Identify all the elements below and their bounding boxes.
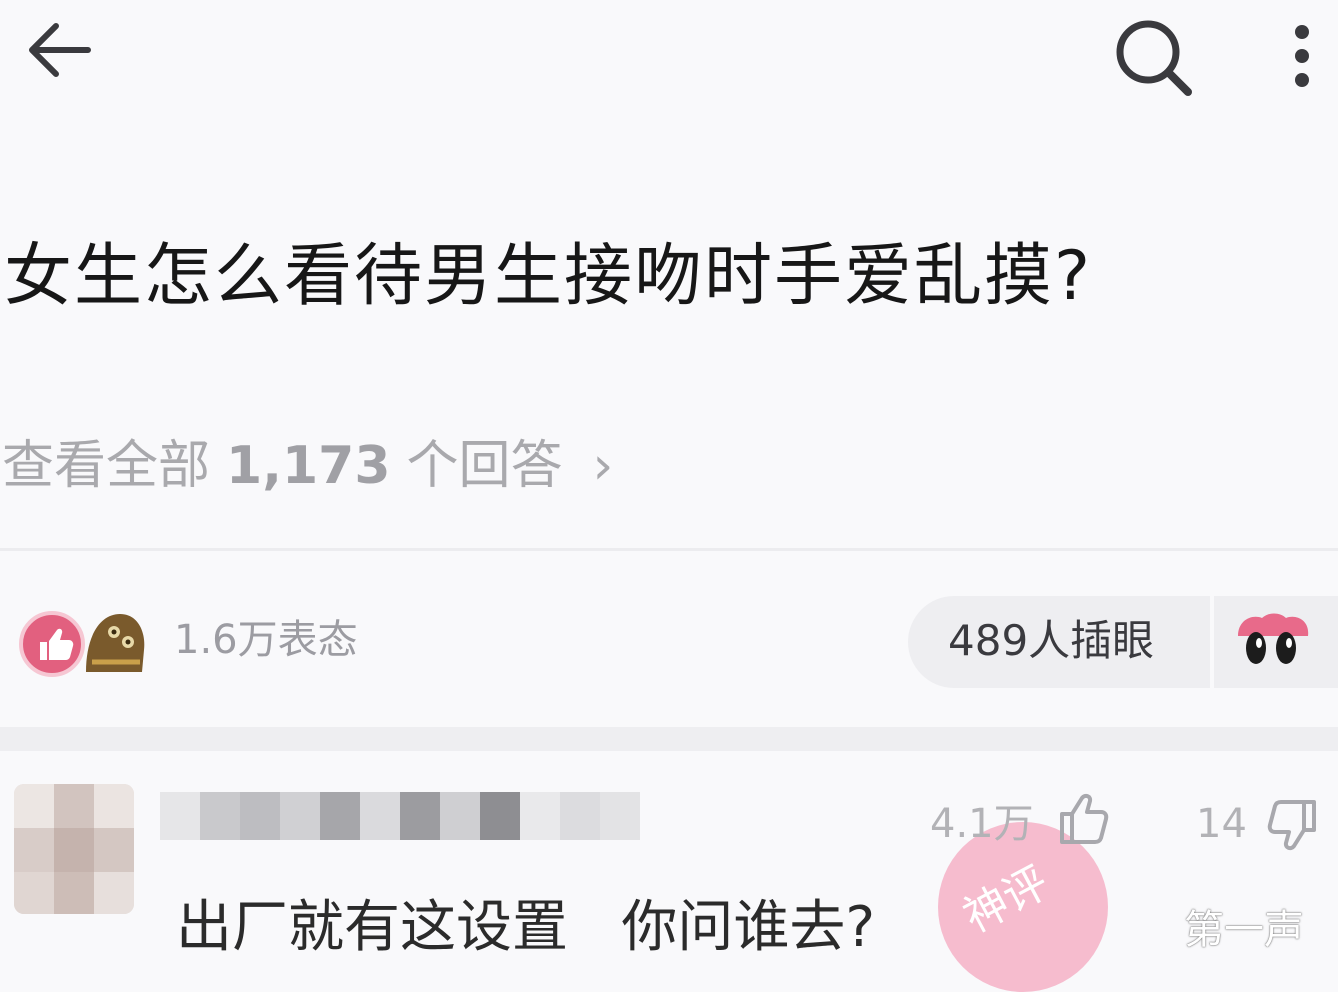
answers-count: 1,173 bbox=[226, 436, 391, 496]
dislike-icon[interactable] bbox=[1262, 796, 1320, 858]
avatar[interactable] bbox=[14, 784, 134, 914]
answers-suffix: 个回答 bbox=[406, 436, 563, 496]
reaction-count: 1.6万表态 bbox=[174, 617, 358, 663]
divider bbox=[0, 548, 1338, 551]
username-redacted[interactable] bbox=[160, 792, 640, 840]
dislike-count: 14 bbox=[1196, 801, 1247, 847]
answers-prefix: 查看全部 bbox=[2, 436, 211, 496]
chevron-right-icon: › bbox=[592, 436, 614, 496]
answer-text: 出厂就有这设置 你问谁去? bbox=[176, 895, 876, 960]
like-icon[interactable] bbox=[1056, 790, 1114, 852]
pill-separator bbox=[1210, 596, 1214, 688]
watermark: 第一声 bbox=[1184, 907, 1304, 953]
search-icon[interactable] bbox=[1112, 16, 1196, 104]
thumbs-up-icon[interactable] bbox=[18, 610, 86, 682]
grinning-face-icon[interactable] bbox=[80, 606, 150, 680]
section-separator bbox=[0, 727, 1338, 751]
back-arrow-icon[interactable] bbox=[22, 18, 94, 86]
question-title: 女生怎么看待男生接吻时手爱乱摸? bbox=[4, 237, 1093, 316]
peeking-eyes-icon[interactable] bbox=[1234, 606, 1312, 680]
more-options-icon[interactable] bbox=[1284, 22, 1320, 98]
bookmark-count: 489人插眼 bbox=[948, 616, 1155, 665]
like-count: 4.1万 bbox=[930, 801, 1034, 847]
view-all-answers-link[interactable]: 查看全部 1,173 个回答 › bbox=[2, 430, 613, 502]
